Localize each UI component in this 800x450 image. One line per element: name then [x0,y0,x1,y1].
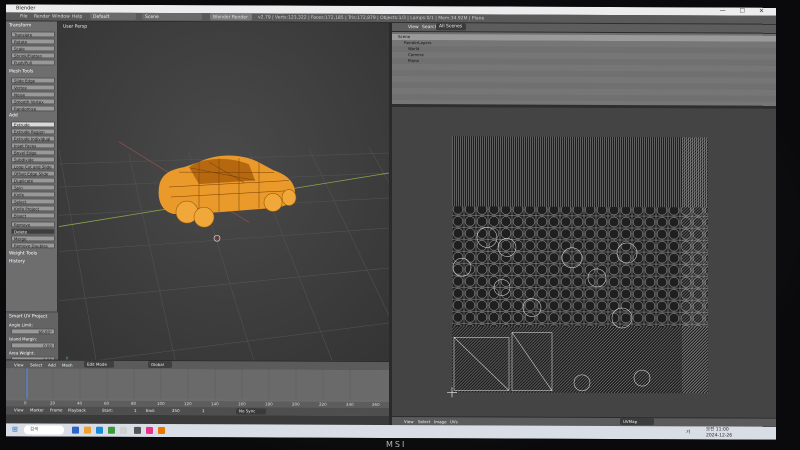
edge-icon[interactable] [96,426,103,434]
tool-translate[interactable]: Translate [11,31,55,38]
engine-selector[interactable]: Blender Render [210,13,252,21]
tool-rotate[interactable]: Rotate [11,38,55,45]
tool-delete[interactable]: Delete [11,228,55,235]
pivot-selector[interactable]: Global [148,360,172,369]
monitor-screen: Blender — ☐ ✕ File Render Window Help De… [6,4,776,440]
outliner: Scene RenderLayers World Camera Plane [392,32,776,108]
tool-noise[interactable]: Noise [11,91,55,98]
timeline-menu-marker[interactable]: Marker [30,406,44,414]
tool-loop-cut[interactable]: Loop Cut and Slide [11,163,55,170]
tool-offset-edge-slide[interactable]: Offset Edge Slide [11,170,55,177]
window-title: Blender [16,5,36,12]
uv-islands-top [452,136,708,208]
tool-knife-project[interactable]: Knife Project [11,205,55,212]
photo-scene: Blender — ☐ ✕ File Render Window Help De… [0,0,800,450]
timeline-menu-frame[interactable]: Frame [50,407,62,415]
scene-selector[interactable]: Scene [142,12,202,21]
end-frame-label: End: [146,407,155,413]
island-margin-label: Island Margin: [9,336,38,342]
island-margin-field[interactable]: 0.00 [11,342,55,349]
tool-vertex[interactable]: Vertex [11,84,55,91]
menu-help[interactable]: Help [72,13,82,22]
uvmap-selector[interactable]: UVMap [620,417,654,426]
operator-title[interactable]: Smart UV Project [9,314,47,319]
timeline-header: View Marker Frame Playback Start: 1 End:… [6,406,389,416]
app-icon[interactable] [120,426,127,434]
timeline-menu-playback[interactable]: Playback [68,407,86,415]
outliner-display-mode[interactable]: All Scenes [436,23,466,31]
tool-spin[interactable]: Spin [11,184,55,191]
current-frame[interactable]: 1 [202,407,205,415]
menu-render[interactable]: Render [34,12,50,21]
tool-smooth-vertex[interactable]: Smooth Vertex [11,98,55,105]
menu-window[interactable]: Window [52,13,70,22]
angle-limit-field[interactable]: 66.00° [11,328,55,335]
viewport-canvas [59,21,389,378]
mode-selector[interactable]: Edit Mode [84,360,114,368]
section-weight-tools[interactable]: Weight Tools [9,251,37,256]
folder-icon[interactable] [84,426,91,434]
file-explorer-icon[interactable] [72,426,79,434]
uv-image-editor[interactable] [392,107,776,418]
angle-limit-label: Angle Limit: [9,322,33,328]
uv-islands-mid [452,206,708,328]
menu-file[interactable]: File [20,12,28,21]
blender-icon[interactable] [158,426,165,435]
tool-subdivide[interactable]: Subdivide [11,156,55,163]
tool-bisect[interactable]: Bisect [11,212,55,219]
language-indicator[interactable]: 가 [686,426,690,439]
taskbar-search[interactable]: 검색 [24,425,64,435]
tool-shelf: Transform Translate Rotate Scale Shrink/… [6,21,58,377]
window-controls[interactable]: — ☐ ✕ [720,7,770,15]
tool-remove-doubles[interactable]: Remove Doubles [11,242,55,249]
section-history[interactable]: History [9,259,25,264]
section-transform[interactable]: Transform [9,23,31,28]
start-frame-value[interactable]: 1 [134,407,137,415]
area-weight-label: Area Weight: [9,350,35,356]
taskbar: ⊞ 검색 가 오전 11:00 2024-12-26 [6,423,776,440]
outliner-menu-view[interactable]: View [408,23,419,32]
tool-knife[interactable]: Knife [11,191,55,198]
tool-randomize[interactable]: Randomize [11,105,55,112]
tool-extrude-region[interactable]: Extrude Region [11,128,55,135]
clock-date[interactable]: 2024-12-26 [706,433,732,439]
tool-bevel-edge[interactable]: Bevel Edge [11,149,55,156]
sync-selector[interactable]: No Sync [236,408,266,415]
timeline-canvas [6,368,389,400]
tool-duplicate[interactable]: Duplicate [11,177,55,184]
monitor-brand-logo: MSI [386,440,407,449]
tool-inset-faces[interactable]: Inset Faces [11,142,55,149]
layout-selector[interactable]: Default [90,12,136,20]
store-icon[interactable] [108,426,115,434]
tool-push-pull[interactable]: Push/Pull [11,59,55,66]
tool-extrude-individual[interactable]: Extrude Individual [11,135,55,142]
3d-viewport[interactable]: User Persp (1) ... [59,21,389,378]
tool-slide-edge[interactable]: Slide Edge [11,77,55,84]
media-icon[interactable] [146,426,153,434]
start-frame-label: Start: [102,407,114,413]
section-mesh-tools[interactable]: Mesh Tools [9,69,33,74]
windows-start-icon[interactable]: ⊞ [12,423,18,436]
tool-shrink-flatten[interactable]: Shrink/Flatten [11,52,55,59]
tool-extrude[interactable]: Extrude [11,121,55,128]
viewport-label: User Persp [63,24,88,30]
section-add[interactable]: Add [9,113,18,118]
tool-scale[interactable]: Scale [11,45,55,52]
uv-islands-bottom [452,326,708,394]
timeline[interactable]: 0 20 40 60 80 100 120 140 160 180 200 22… [6,368,389,416]
timeline-menu-view[interactable]: View [14,406,24,414]
tool-merge[interactable]: Merge [11,235,55,242]
tool-remove[interactable]: Remove [11,221,55,228]
terminal-icon[interactable] [134,426,141,434]
end-frame-value[interactable]: 250 [172,407,180,415]
tool-select[interactable]: Select [11,198,55,205]
uv-canvas [392,107,776,418]
